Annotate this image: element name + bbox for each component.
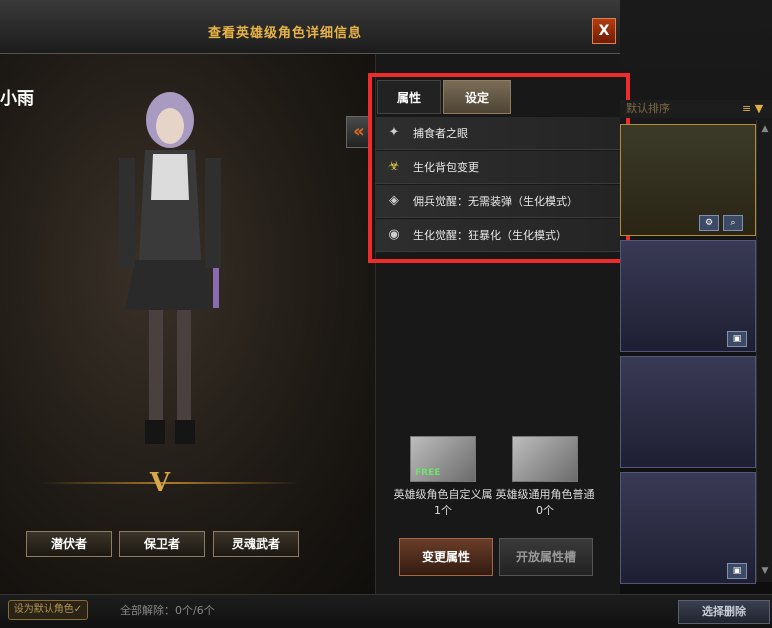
key-ticket-icon [512,436,578,482]
item-name: 英雄级通用角色普通 [495,488,595,501]
character-card[interactable]: ▣ [620,240,756,352]
lock-icon[interactable]: ▣ [727,563,747,579]
list-scrollbar[interactable]: ▲ ▼ [756,120,772,582]
close-button[interactable]: X [592,18,616,44]
list-view-icon[interactable]: ≡ ▼ [742,102,763,115]
bottom-bar [0,594,772,628]
item-count: 0个 [536,504,554,517]
select-delete-button[interactable]: 选择删除 [678,600,770,624]
unlocked-count: 全部解除：0个/6个 [120,602,215,618]
item-general-character[interactable]: 英雄级通用角色普通 0个 [485,436,605,518]
class-button-lurker[interactable]: 潜伏者 [26,531,112,557]
scroll-down-icon[interactable]: ▼ [759,566,771,578]
unlocked-label: 全部解除： [120,604,175,617]
highlight-box [368,73,630,263]
character-figure [119,92,221,444]
unlocked-value: 0个/6个 [175,604,215,617]
scroll-up-icon[interactable]: ▲ [759,124,771,136]
rank-emblem: V [149,468,171,498]
window-title: 查看英雄级角色详细信息 [207,26,362,41]
title-bar: 查看英雄级角色详细信息 X [0,0,620,54]
free-badge: FREE [415,468,441,478]
class-button-soul-warrior[interactable]: 灵魂武者 [213,531,299,557]
open-slot-button[interactable]: 开放属性槽 [499,538,593,576]
character-card[interactable]: ⚙ ⌕ [620,124,756,236]
class-button-defender[interactable]: 保卫者 [119,531,205,557]
search-icon[interactable]: ⌕ [723,215,743,231]
character-name: 小雨 [0,89,34,109]
change-attribute-button[interactable]: 变更属性 [399,538,493,576]
gear-icon[interactable]: ⚙ [699,215,719,231]
character-card[interactable] [620,356,756,468]
character-card[interactable]: ▣ [620,472,756,584]
lock-icon[interactable]: ▣ [727,331,747,347]
set-default-button[interactable]: 设为默认角色✓ [8,600,88,620]
custom-attribute-ticket-icon: FREE [410,436,476,482]
